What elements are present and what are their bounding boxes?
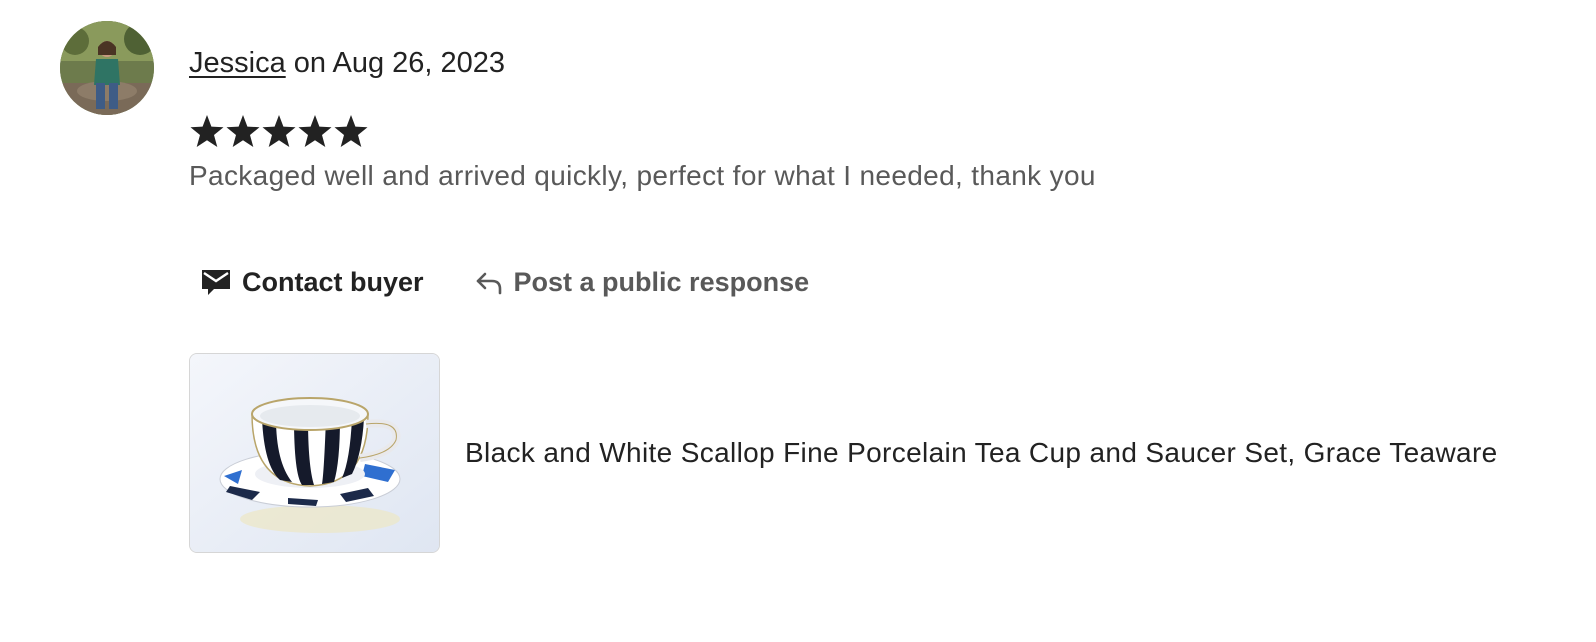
review-meta: Jessica on Aug 26, 2023 [189,44,505,82]
envelope-icon [200,267,232,297]
star-filled-icon [262,115,296,147]
listing-thumbnail[interactable] [189,353,440,553]
post-public-response-label: Post a public response [513,266,810,297]
star-filled-icon [334,115,368,147]
review-actions: Contact buyer Post a public response [200,262,809,302]
listing-item: Black and White Scallop Fine Porcelain T… [189,353,1498,553]
reviewer-avatar[interactable] [60,21,154,115]
star-filled-icon [298,115,332,147]
avatar-photo [60,21,154,115]
star-filled-icon [190,115,224,147]
star-rating [189,112,369,152]
star-filled-icon [226,115,260,147]
review-card: Jessica on Aug 26, 2023 Packaged well an… [0,0,1596,642]
review-date: on Aug 26, 2023 [293,47,506,79]
review-text: Packaged well and arrived quickly, perfe… [189,160,1096,191]
contact-buyer-label: Contact buyer [242,266,424,297]
contact-buyer-button[interactable]: Contact buyer [200,267,424,298]
teacup-image [190,354,439,552]
listing-title-link[interactable]: Black and White Scallop Fine Porcelain T… [465,437,1498,469]
reply-arrow-icon [474,268,504,296]
reviewer-name-link[interactable]: Jessica [189,47,286,79]
post-public-response-button[interactable]: Post a public response [474,266,810,298]
